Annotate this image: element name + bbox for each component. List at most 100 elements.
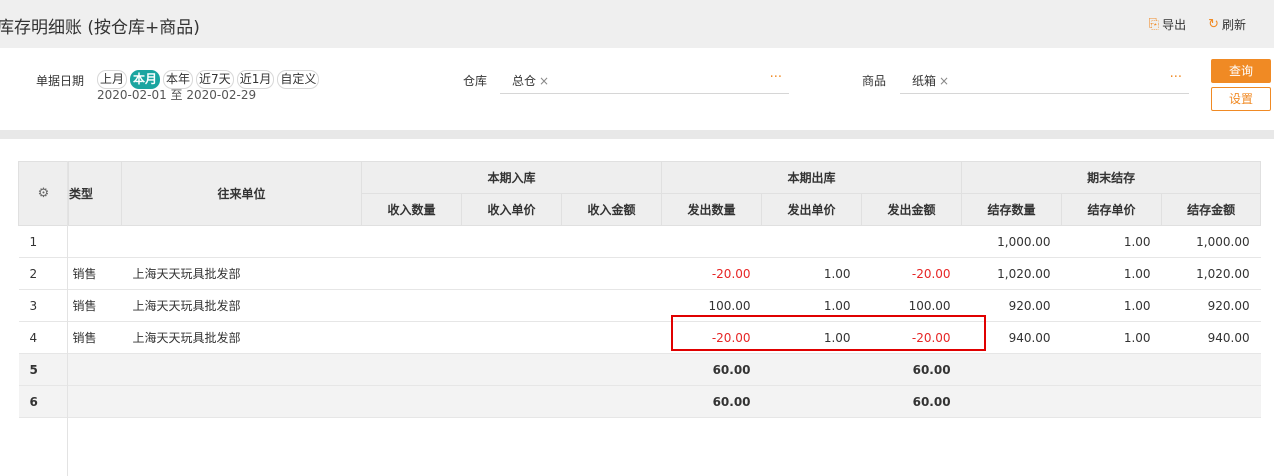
- cell-end-price: 1.00: [1061, 289, 1162, 322]
- header-in-amount: 收入金额: [560, 193, 663, 226]
- export-icon: ⎘: [1148, 17, 1160, 32]
- cell-empty: [561, 385, 662, 418]
- header-in-price: 收入单价: [461, 193, 562, 226]
- cell-out-qty-total: 60.00: [661, 385, 762, 418]
- cell-end-price: 1.00: [1061, 257, 1162, 290]
- top-actions: ⎘ 导出 ↻ 刷新: [1149, 16, 1246, 33]
- warehouse-field[interactable]: 总仓 × ···: [500, 70, 789, 94]
- cell-empty: [1161, 385, 1261, 418]
- page-title: 库存明细账 (按仓库+商品): [0, 18, 200, 38]
- table-row[interactable]: 3 销售 上海天天玩具批发部 100.00 1.00 100.00 920.00…: [18, 289, 1261, 322]
- cell-out-amount: -20.00: [861, 321, 962, 354]
- cell-type: 销售: [68, 257, 122, 290]
- cell-end-amount: 920.00: [1161, 289, 1261, 322]
- cell-empty: [761, 353, 862, 386]
- warehouse-tag-label: 总仓: [512, 74, 537, 88]
- remove-warehouse-icon[interactable]: ×: [539, 74, 549, 88]
- cell-out-qty-total: 60.00: [661, 353, 762, 386]
- cell-out-amount: 100.00: [861, 289, 962, 322]
- header-out-price: 发出单价: [761, 193, 863, 226]
- row-index: 3: [18, 289, 69, 322]
- row-index: 1: [18, 225, 69, 258]
- cell-empty: [961, 385, 1062, 418]
- stock-ledger-table: ⚙ 类型 往来单位 本期入库 本期出库 期末结存 收入数量 收入单价 收入金额 …: [18, 161, 1262, 418]
- cell-out-amount: -20.00: [861, 257, 962, 290]
- cell-empty: [121, 385, 362, 418]
- cell-type: 销售: [68, 289, 122, 322]
- cell-out-amount-total: 60.00: [861, 353, 962, 386]
- table-row[interactable]: 2 销售 上海天天玩具批发部 -20.00 1.00 -20.00 1,020.…: [18, 257, 1261, 290]
- settings-button[interactable]: 设置: [1211, 87, 1271, 111]
- cell-end-price: 1.00: [1061, 321, 1162, 354]
- cell-end-qty: 920.00: [961, 289, 1062, 322]
- cell-in-amount: [561, 321, 662, 354]
- warehouse-more-icon[interactable]: ···: [770, 70, 782, 85]
- cell-out-price: 1.00: [761, 257, 862, 290]
- cell-in-amount: [561, 257, 662, 290]
- cell-end-amount: 1,000.00: [1161, 225, 1261, 258]
- cell-out-price: 1.00: [761, 289, 862, 322]
- cell-out-qty: -20.00: [661, 321, 762, 354]
- cell-empty: [961, 353, 1062, 386]
- cell-in-qty: [361, 321, 462, 354]
- cell-empty: [461, 385, 562, 418]
- cell-partner: 上海天天玩具批发部: [121, 257, 362, 290]
- cell-out-price: 1.00: [761, 321, 862, 354]
- date-label: 单据日期: [36, 74, 85, 88]
- cell-empty: [68, 353, 122, 386]
- cell-empty: [461, 353, 562, 386]
- cell-in-price: [461, 321, 562, 354]
- frozen-column-divider: [67, 161, 68, 476]
- row-index: 2: [18, 257, 69, 290]
- query-button[interactable]: 查询: [1211, 59, 1271, 83]
- period-custom[interactable]: 自定义: [277, 70, 320, 89]
- filter-panel: 单据日期 上月 本月 本年 近7天 近1月 自定义 2020-02-01 至 2…: [0, 48, 1274, 130]
- cell-in-amount: [561, 225, 662, 258]
- header-type: 类型: [68, 161, 122, 226]
- cell-type: [68, 225, 122, 258]
- column-settings-icon[interactable]: ⚙: [18, 161, 69, 226]
- cell-in-qty: [361, 289, 462, 322]
- section-divider: [0, 130, 1274, 139]
- header-end-price: 结存单价: [1061, 193, 1163, 226]
- row-index: 6: [18, 385, 69, 418]
- warehouse-tag: 总仓 ×: [512, 72, 549, 89]
- refresh-button[interactable]: ↻ 刷新: [1208, 16, 1246, 33]
- refresh-label: 刷新: [1221, 18, 1246, 32]
- cell-partner: 上海天天玩具批发部: [121, 321, 362, 354]
- cell-in-price: [461, 289, 562, 322]
- cell-out-price: [761, 225, 862, 258]
- cell-end-amount: 1,020.00: [1161, 257, 1261, 290]
- cell-out-amount: [861, 225, 962, 258]
- cell-end-qty: 1,020.00: [961, 257, 1062, 290]
- product-more-icon[interactable]: ···: [1170, 70, 1182, 85]
- cell-out-qty: 100.00: [661, 289, 762, 322]
- cell-empty: [361, 385, 462, 418]
- header-in-group: 本期入库: [360, 161, 663, 194]
- remove-product-icon[interactable]: ×: [939, 74, 949, 88]
- cell-partner: [121, 225, 362, 258]
- cell-out-qty: -20.00: [661, 257, 762, 290]
- row-index: 5: [18, 353, 69, 386]
- header-out-qty: 发出数量: [661, 193, 763, 226]
- row-index: 4: [18, 321, 69, 354]
- header-out-group: 本期出库: [661, 161, 963, 194]
- cell-end-qty: 940.00: [961, 321, 1062, 354]
- cell-empty: [561, 353, 662, 386]
- product-label: 商品: [862, 74, 887, 88]
- cell-type: 销售: [68, 321, 122, 354]
- product-tag-label: 纸箱: [912, 74, 937, 88]
- cell-end-amount: 940.00: [1161, 321, 1261, 354]
- summary-row: 6 60.00 60.00: [18, 385, 1261, 418]
- table-row[interactable]: 1 1,000.00 1.00 1,000.00: [18, 225, 1261, 258]
- header-out-amount: 发出金额: [861, 193, 963, 226]
- gear-icon: ⚙: [37, 186, 50, 201]
- cell-empty: [1061, 385, 1162, 418]
- table-row[interactable]: 4 销售 上海天天玩具批发部 -20.00 1.00 -20.00 940.00…: [18, 321, 1261, 354]
- cell-partner: 上海天天玩具批发部: [121, 289, 362, 322]
- cell-in-qty: [361, 257, 462, 290]
- export-button[interactable]: ⎘ 导出: [1149, 16, 1186, 33]
- export-label: 导出: [1162, 18, 1187, 32]
- product-field[interactable]: 纸箱 × ···: [900, 70, 1189, 94]
- header-partner: 往来单位: [121, 161, 362, 226]
